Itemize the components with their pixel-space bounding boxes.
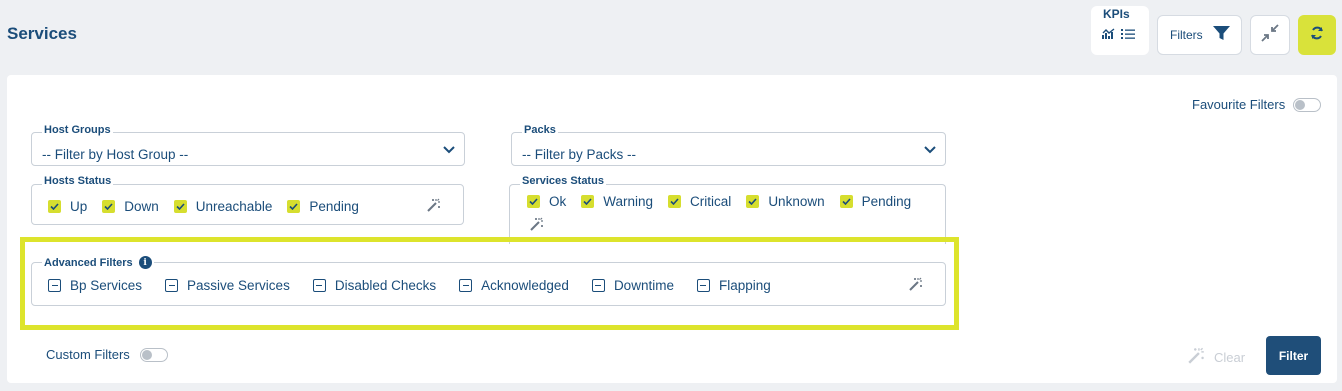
- magic-wand-icon: [1188, 347, 1205, 367]
- advanced-filters-header: Advanced Filters i: [42, 256, 154, 269]
- checkbox-checked-icon[interactable]: [746, 195, 760, 208]
- compress-icon: [1261, 23, 1279, 47]
- list-icon[interactable]: [1121, 27, 1135, 45]
- advanced-filter-disabled-checks-label: Disabled Checks: [334, 278, 437, 293]
- hosts-status-pending[interactable]: Pending: [287, 199, 359, 214]
- custom-filters-label: Custom Filters: [46, 347, 130, 362]
- custom-filters[interactable]: Custom Filters: [46, 347, 168, 362]
- advanced-filter-bp-services[interactable]: Bp Services: [48, 278, 142, 293]
- filter-button[interactable]: Filter: [1266, 336, 1321, 375]
- page-title: Services: [7, 24, 77, 43]
- magic-wand-icon[interactable]: [427, 198, 441, 217]
- checkbox-indeterminate-icon[interactable]: [459, 279, 473, 292]
- checkbox-indeterminate-icon[interactable]: [165, 279, 179, 292]
- advanced-filter-bp-services-label: Bp Services: [70, 278, 143, 293]
- services-status-unknown[interactable]: Unknown: [746, 194, 825, 209]
- advanced-filters-label: Advanced Filters: [44, 256, 133, 269]
- funnel-icon: [1212, 26, 1230, 44]
- packs-label: Packs: [522, 124, 558, 136]
- checkbox-indeterminate-icon[interactable]: [312, 279, 326, 292]
- advanced-filter-acknowledged-label: Acknowledged: [481, 278, 569, 293]
- favourite-filters[interactable]: Favourite Filters: [1192, 97, 1322, 112]
- magic-wand-icon[interactable]: [530, 217, 544, 236]
- magic-wand-icon[interactable]: [909, 277, 923, 296]
- checkbox-checked-icon[interactable]: [102, 200, 116, 213]
- filters-button-label: Filters: [1170, 28, 1203, 42]
- checkbox-checked-icon[interactable]: [48, 200, 61, 213]
- advanced-filter-flapping-label: Flapping: [718, 278, 771, 293]
- packs-select[interactable]: -- Filter by Packs --: [511, 132, 946, 166]
- services-status-ok-label: Ok: [549, 194, 567, 209]
- checkbox-indeterminate-icon[interactable]: [696, 279, 710, 292]
- advanced-filter-disabled-checks[interactable]: Disabled Checks: [312, 278, 437, 293]
- hosts-status-options: Up Down Unreachable Pending: [48, 199, 359, 214]
- hosts-status-up[interactable]: Up: [48, 199, 87, 214]
- chart-icon[interactable]: [1102, 27, 1115, 45]
- services-status-critical[interactable]: Critical: [668, 194, 731, 209]
- services-status-box: [509, 184, 946, 244]
- clear-button[interactable]: Clear: [1188, 347, 1245, 367]
- advanced-filter-downtime-label: Downtime: [613, 278, 674, 293]
- hosts-status-unreachable-label: Unreachable: [195, 199, 273, 214]
- services-status-ok[interactable]: Ok: [527, 194, 566, 209]
- services-status-options: Ok Warning Critical Unknown Pending: [527, 194, 911, 209]
- checkbox-checked-icon[interactable]: [668, 195, 682, 208]
- info-icon[interactable]: i: [138, 256, 152, 269]
- hosts-status-unreachable[interactable]: Unreachable: [173, 199, 273, 214]
- services-status-critical-label: Critical: [690, 194, 732, 209]
- services-status-warning[interactable]: Warning: [581, 194, 653, 209]
- checkbox-indeterminate-icon[interactable]: [48, 279, 61, 292]
- host-group-value: -- Filter by Host Group --: [42, 146, 189, 162]
- favourite-filters-toggle[interactable]: [1293, 97, 1322, 112]
- services-status-pending-label: Pending: [861, 194, 912, 209]
- advanced-filter-downtime[interactable]: Downtime: [591, 278, 674, 293]
- refresh-button[interactable]: [1298, 15, 1336, 55]
- checkbox-checked-icon[interactable]: [527, 195, 540, 208]
- hosts-status-down-label: Down: [124, 199, 159, 214]
- services-status-unknown-label: Unknown: [768, 194, 825, 209]
- kpis-panel: KPIs: [1091, 6, 1149, 55]
- hosts-status-label: Hosts Status: [42, 175, 114, 187]
- advanced-filter-acknowledged[interactable]: Acknowledged: [459, 278, 569, 293]
- advanced-filter-flapping[interactable]: Flapping: [696, 278, 771, 293]
- packs-value: -- Filter by Packs --: [522, 146, 637, 162]
- services-status-warning-label: Warning: [603, 194, 654, 209]
- checkbox-checked-icon[interactable]: [839, 195, 853, 208]
- favourite-filters-label: Favourite Filters: [1192, 97, 1286, 112]
- hosts-status-up-label: Up: [70, 199, 88, 214]
- advanced-filters-options: Bp Services Passive Services Disabled Ch…: [48, 278, 771, 293]
- custom-filters-toggle[interactable]: [139, 347, 168, 362]
- collapse-button[interactable]: [1250, 15, 1290, 55]
- hosts-status-down[interactable]: Down: [102, 199, 159, 214]
- services-status-label: Services Status: [520, 175, 606, 187]
- chevron-down-icon: [443, 142, 455, 157]
- clear-button-label: Clear: [1214, 349, 1246, 365]
- checkbox-indeterminate-icon[interactable]: [591, 279, 605, 292]
- services-status-pending[interactable]: Pending: [839, 194, 912, 209]
- hosts-status-pending-label: Pending: [309, 199, 359, 214]
- checkbox-checked-icon[interactable]: [287, 200, 301, 213]
- refresh-icon: [1310, 26, 1324, 45]
- host-group-select[interactable]: -- Filter by Host Group --: [31, 132, 465, 166]
- host-groups-label: Host Groups: [42, 124, 113, 136]
- checkbox-checked-icon[interactable]: [173, 200, 187, 213]
- checkbox-checked-icon[interactable]: [581, 195, 595, 208]
- chevron-down-icon: [924, 142, 936, 157]
- advanced-filter-passive-services-label: Passive Services: [187, 278, 290, 293]
- filters-button[interactable]: Filters: [1157, 15, 1242, 55]
- kpis-label: KPIs: [1103, 7, 1130, 21]
- advanced-filter-passive-services[interactable]: Passive Services: [165, 278, 290, 293]
